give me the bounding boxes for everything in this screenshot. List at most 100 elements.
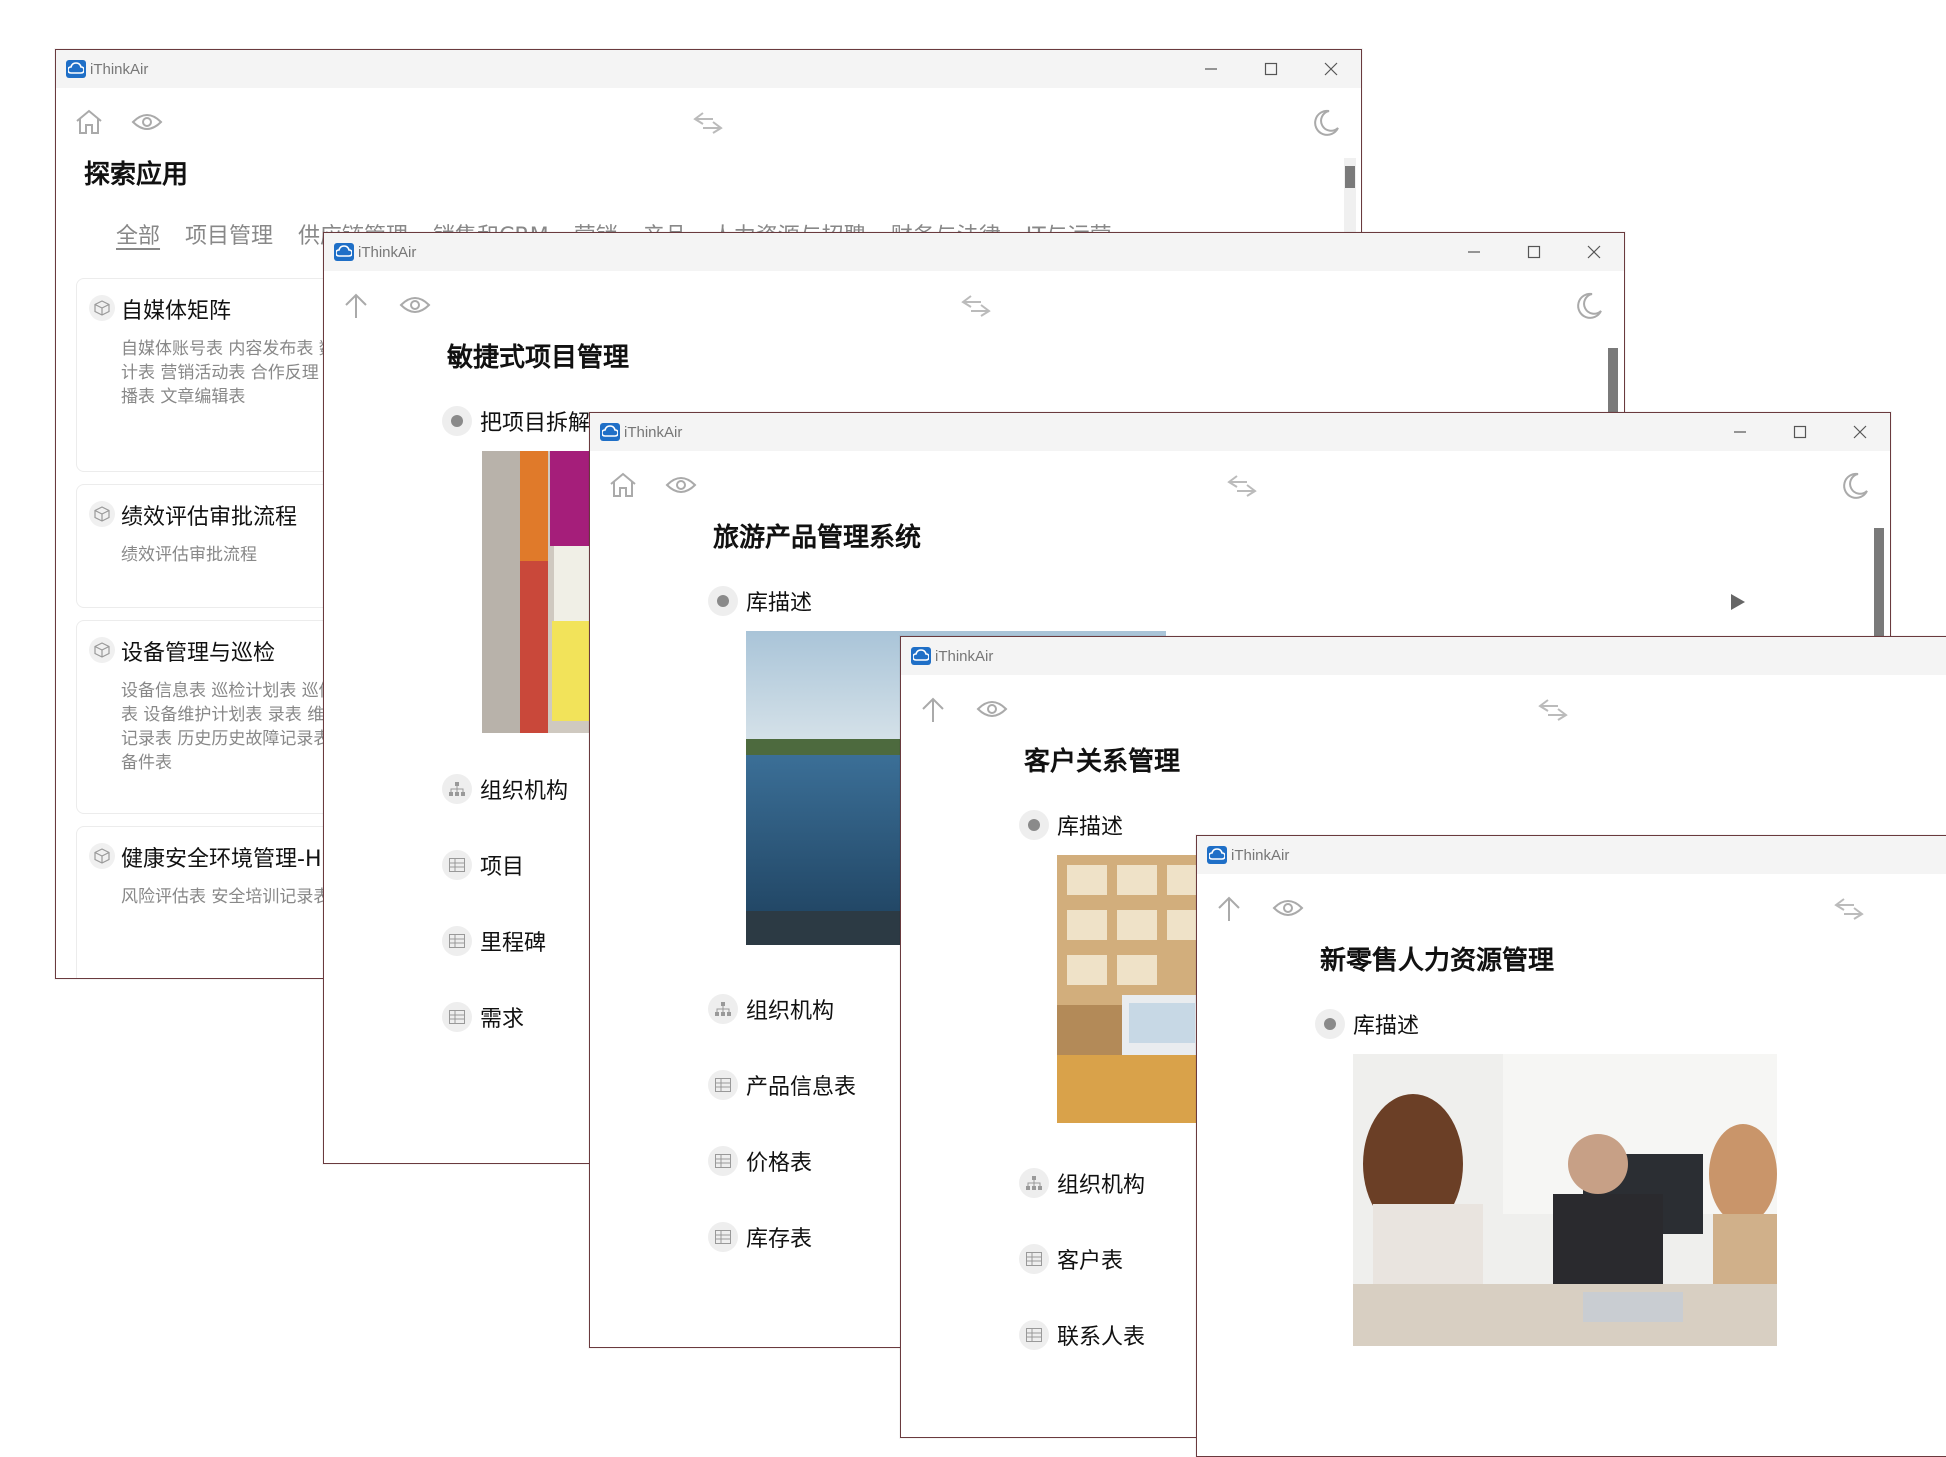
tab-all[interactable]: 全部 <box>116 224 160 249</box>
list-item[interactable]: 组织机构 <box>442 773 568 805</box>
titlebar[interactable]: iThinkAir <box>56 50 1361 88</box>
scrollbar-thumb[interactable] <box>1874 528 1884 648</box>
item-label: 库描述 <box>1353 1014 1420 1039</box>
toolbar <box>590 451 1890 521</box>
table-icon <box>442 850 472 880</box>
swap-icon[interactable] <box>959 293 993 319</box>
swap-icon[interactable] <box>1832 896 1866 922</box>
tab-project-management[interactable]: 项目管理 <box>185 224 273 249</box>
close-icon <box>1853 425 1867 439</box>
close-icon <box>1324 62 1338 76</box>
table-icon <box>1019 1320 1049 1350</box>
maximize-icon <box>1264 62 1278 76</box>
list-item[interactable]: 组织机构 <box>1019 1167 1145 1199</box>
list-item[interactable]: 客户表 <box>1019 1243 1123 1275</box>
item-label: 库描述 <box>746 591 813 616</box>
scrollbar-thumb[interactable] <box>1345 166 1355 188</box>
close-icon <box>1587 245 1601 259</box>
swap-icon[interactable] <box>691 110 725 136</box>
window-retail-hr: iThinkAir 新零售人力资源管理 库描述 <box>1196 835 1946 1457</box>
card-title: 自媒体矩阵 <box>121 299 232 324</box>
titlebar[interactable]: iThinkAir <box>324 233 1624 271</box>
bullet-icon <box>1315 1009 1345 1039</box>
toolbar <box>324 271 1624 341</box>
maximize-button[interactable] <box>1241 50 1301 88</box>
app-name: iThinkAir <box>90 60 149 78</box>
home-icon[interactable] <box>608 471 638 499</box>
swap-icon[interactable] <box>1536 697 1570 723</box>
table-icon <box>708 1222 738 1252</box>
item-label: 客户表 <box>1057 1249 1124 1274</box>
list-item[interactable]: 组织机构 <box>708 993 834 1025</box>
maximize-button[interactable] <box>1770 413 1830 451</box>
page-title: 客户关系管理 <box>1024 747 1181 777</box>
item-label: 联系人表 <box>1057 1325 1146 1350</box>
org-chart-icon <box>1019 1168 1049 1198</box>
eye-icon[interactable] <box>976 699 1008 719</box>
toolbar <box>56 88 1361 158</box>
list-item[interactable]: 联系人表 <box>1019 1319 1145 1351</box>
list-item[interactable]: 需求 <box>442 1001 524 1033</box>
card-title: 健康安全环境管理-HSE <box>121 847 350 872</box>
bullet-icon <box>1019 810 1049 840</box>
close-button[interactable] <box>1564 233 1624 271</box>
moon-icon[interactable] <box>1311 108 1341 138</box>
maximize-icon <box>1527 245 1541 259</box>
eye-icon[interactable] <box>399 295 431 315</box>
moon-icon[interactable] <box>1574 291 1604 321</box>
app-logo-icon <box>911 647 931 665</box>
toolbar <box>1197 874 1946 944</box>
item-label: 项目 <box>480 855 525 880</box>
titlebar[interactable]: iThinkAir <box>590 413 1890 451</box>
page-title: 探索应用 <box>84 160 189 190</box>
item-label: 库存表 <box>746 1227 813 1252</box>
table-icon <box>708 1146 738 1176</box>
org-chart-icon <box>708 994 738 1024</box>
item-label: 产品信息表 <box>746 1075 857 1100</box>
card-title: 绩效评估审批流程 <box>121 505 298 530</box>
app-name: iThinkAir <box>935 647 994 665</box>
list-item[interactable]: 项目 <box>442 849 524 881</box>
swap-icon[interactable] <box>1225 473 1259 499</box>
item-label: 价格表 <box>746 1151 813 1176</box>
item-label: 组织机构 <box>1057 1173 1146 1198</box>
list-item[interactable]: 库存表 <box>708 1221 812 1253</box>
close-button[interactable] <box>1301 50 1361 88</box>
page-title: 敏捷式项目管理 <box>447 343 630 373</box>
titlebar[interactable]: iThinkAir <box>901 637 1946 675</box>
list-item[interactable]: 价格表 <box>708 1145 812 1177</box>
list-item[interactable]: 把项目拆解 <box>442 405 590 437</box>
back-arrow-icon[interactable] <box>342 291 370 321</box>
minimize-button[interactable] <box>1710 413 1770 451</box>
handshake-meeting-image <box>1353 1054 1777 1346</box>
minimize-button[interactable] <box>1181 50 1241 88</box>
eye-icon[interactable] <box>665 475 697 495</box>
minimize-button[interactable] <box>1444 233 1504 271</box>
maximize-button[interactable] <box>1504 233 1564 271</box>
play-icon[interactable] <box>1730 593 1746 611</box>
home-icon[interactable] <box>74 108 104 136</box>
moon-icon[interactable] <box>1840 471 1870 501</box>
card-title: 设备管理与巡检 <box>121 641 276 666</box>
eye-icon[interactable] <box>1272 898 1304 918</box>
item-label: 需求 <box>480 1007 525 1032</box>
back-arrow-icon[interactable] <box>1215 894 1243 924</box>
eye-icon[interactable] <box>131 112 163 132</box>
table-icon <box>708 1070 738 1100</box>
close-button[interactable] <box>1830 413 1890 451</box>
page-title: 新零售人力资源管理 <box>1320 946 1555 976</box>
list-item[interactable]: 库描述 <box>708 585 812 617</box>
list-item[interactable]: 里程碑 <box>442 925 546 957</box>
titlebar[interactable]: iThinkAir <box>1197 836 1946 874</box>
list-item[interactable]: 产品信息表 <box>708 1069 856 1101</box>
list-item[interactable]: 库描述 <box>1315 1008 1419 1040</box>
table-icon <box>442 926 472 956</box>
bullet-icon <box>708 586 738 616</box>
maximize-icon <box>1793 425 1807 439</box>
app-name: iThinkAir <box>1231 846 1290 864</box>
minimize-icon <box>1205 68 1217 70</box>
list-item[interactable]: 库描述 <box>1019 809 1123 841</box>
app-logo-icon <box>66 60 86 78</box>
back-arrow-icon[interactable] <box>919 695 947 725</box>
app-logo-icon <box>600 423 620 441</box>
